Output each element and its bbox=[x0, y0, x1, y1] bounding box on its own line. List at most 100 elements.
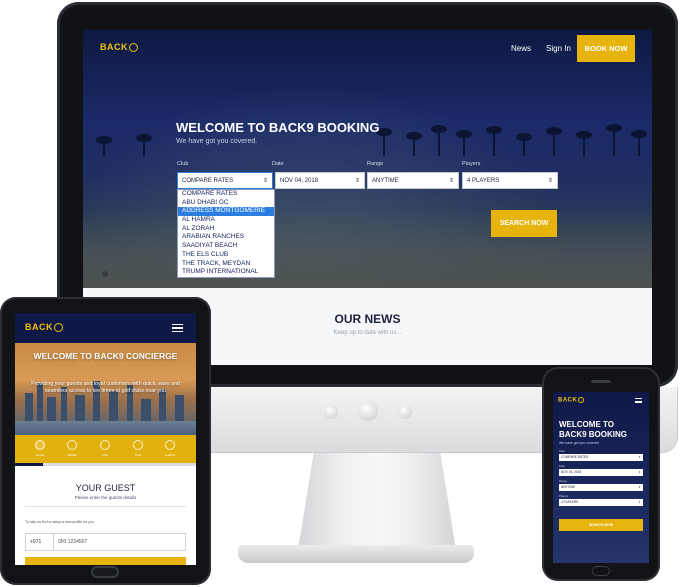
players-select[interactable]: 4 PLAYERS ⇕ bbox=[462, 172, 558, 189]
date-label: Date bbox=[559, 464, 565, 468]
desktop-navbar: BACK News Sign In BOOK NOW bbox=[83, 30, 652, 66]
club-label: Club bbox=[559, 449, 565, 453]
monitor-stand-base bbox=[238, 545, 474, 563]
water-reflection bbox=[15, 421, 196, 435]
range-label: Range bbox=[367, 161, 384, 167]
tablet-home-button[interactable] bbox=[91, 566, 119, 578]
players-select-value: 4 PLAYERS bbox=[561, 500, 579, 504]
logo-text: BACK bbox=[558, 397, 578, 404]
hero-title: WELCOME TO BACK9 BOOKING bbox=[176, 120, 380, 135]
club-select-value: COMPARE RATES bbox=[561, 455, 589, 459]
logo-ring-icon bbox=[129, 43, 138, 53]
chin-button-right bbox=[398, 405, 412, 419]
grass-foreground bbox=[83, 210, 652, 288]
club-label: Club bbox=[177, 161, 189, 167]
phone-speaker bbox=[591, 380, 611, 383]
step-3-circle[interactable] bbox=[100, 440, 110, 450]
logo-text: BACK bbox=[100, 42, 128, 52]
chin-button-left bbox=[324, 405, 338, 419]
hero-subtitle: We have got you covered. bbox=[176, 138, 258, 145]
your-guest-subtitle: Please enter the guests details bbox=[74, 495, 137, 500]
phone-players-select[interactable]: 4 PLAYERS ⇕ bbox=[559, 499, 643, 506]
players-label: Players bbox=[559, 494, 569, 498]
club-option[interactable]: THE ELS CLUB bbox=[178, 251, 274, 260]
book-now-button[interactable]: BOOK NOW bbox=[577, 35, 635, 62]
step-5-circle[interactable] bbox=[165, 440, 175, 450]
club-option[interactable]: TRUMP INTERNATIONAL bbox=[178, 268, 274, 277]
step-1-circle[interactable] bbox=[35, 440, 45, 450]
date-label: Date bbox=[272, 161, 284, 167]
phone-range-select[interactable]: ANYTIME ⇕ bbox=[559, 484, 643, 491]
select-arrows-icon: ⇕ bbox=[638, 485, 641, 489]
players-select-value: 4 PLAYERS bbox=[467, 178, 500, 184]
tablet-hero-text: Providing your guests and loyal customer… bbox=[31, 381, 180, 394]
range-select[interactable]: ANYTIME ⇕ bbox=[367, 172, 459, 189]
phone-subtitle: We have got you covered. bbox=[559, 441, 600, 445]
tablet-screen: BACK WELCOME TO BACK9 CONCIERGE Providin… bbox=[15, 313, 196, 565]
step-label: Club bbox=[101, 453, 109, 457]
date-select[interactable]: NOV 04, 2018 ⇕ bbox=[275, 172, 365, 189]
players-label: Players bbox=[462, 161, 481, 167]
search-now-button[interactable]: SEARCH NOW bbox=[491, 210, 557, 237]
club-option[interactable]: AL ZORAH bbox=[178, 225, 274, 234]
range-select-value: ANYTIME bbox=[561, 485, 576, 489]
date-select-value: NOV 04, 2018 bbox=[280, 178, 319, 184]
step-label: Details bbox=[67, 453, 77, 457]
range-select-value: ANYTIME bbox=[372, 178, 399, 184]
tablet-header: BACK bbox=[15, 313, 196, 343]
range-label: Range bbox=[559, 479, 568, 483]
club-option[interactable]: THE TRACK, MEYDAN bbox=[178, 260, 274, 269]
club-option-highlighted[interactable]: ADDRESS MONTGOMERIE bbox=[178, 207, 274, 217]
back9-logo[interactable]: BACK bbox=[100, 42, 138, 53]
logo-ring-icon bbox=[578, 397, 585, 403]
tablet-camera bbox=[102, 271, 108, 277]
phone-club-select[interactable]: COMPARE RATES ⇕ bbox=[559, 454, 643, 461]
progress-fill bbox=[15, 463, 43, 466]
help-text: To help us find or setup a new profile f… bbox=[25, 520, 94, 524]
club-option[interactable]: ABU DHABI GC bbox=[178, 199, 274, 208]
club-select-value: COMPARE RATES bbox=[182, 178, 234, 184]
hamburger-menu-icon[interactable] bbox=[172, 324, 183, 332]
select-arrows-icon: ⇕ bbox=[448, 178, 454, 184]
club-option[interactable]: AL HAMRA bbox=[178, 216, 274, 225]
club-dropdown-list: COMPARE RATES ABU DHABI GC ADDRESS MONTG… bbox=[177, 189, 275, 278]
phone-title: WELCOME TO BACK9 BOOKING bbox=[559, 420, 628, 439]
logo-ring-icon bbox=[54, 323, 63, 333]
step-label: Time bbox=[134, 453, 142, 457]
step-4-circle[interactable] bbox=[133, 440, 143, 450]
phone-home-button[interactable] bbox=[592, 566, 610, 576]
club-select[interactable]: COMPARE RATES ⇕ bbox=[177, 172, 273, 189]
your-guest-title: YOUR GUEST bbox=[75, 483, 136, 493]
club-option[interactable]: SAADIYAT BEACH bbox=[178, 242, 274, 251]
booking-steps-bar: Guest Details Club Time Confirm bbox=[15, 435, 196, 463]
select-arrows-icon: ⇕ bbox=[638, 455, 641, 459]
select-arrows-icon: ⇕ bbox=[354, 178, 360, 184]
date-select-value: NOV 04, 2018 bbox=[561, 470, 582, 474]
tablet-logo[interactable]: BACK bbox=[25, 322, 63, 333]
continue-button[interactable] bbox=[25, 557, 186, 565]
logo-text: BACK bbox=[25, 322, 53, 332]
step-2-circle[interactable] bbox=[67, 440, 77, 450]
divider bbox=[25, 506, 186, 507]
select-arrows-icon: ⇕ bbox=[638, 500, 641, 504]
nav-news-link[interactable]: News bbox=[511, 44, 531, 53]
club-option[interactable]: COMPARE RATES bbox=[178, 190, 274, 199]
phone-date-select[interactable]: NOV 04, 2018 ⇕ bbox=[559, 469, 643, 476]
hamburger-menu-icon[interactable] bbox=[635, 398, 642, 403]
chin-button-center bbox=[358, 401, 378, 421]
phone-input-group: +971 050 1234567 bbox=[25, 533, 186, 551]
country-code-select[interactable]: +971 bbox=[26, 534, 54, 550]
phone-logo[interactable]: BACK bbox=[558, 397, 585, 404]
step-label: Guest bbox=[35, 453, 44, 457]
tablet-hero-title: WELCOME TO BACK9 CONCIERGE bbox=[33, 351, 178, 361]
select-arrows-icon: ⇕ bbox=[262, 178, 268, 184]
club-option[interactable]: ARABIAN RANCHES bbox=[178, 233, 274, 242]
select-arrows-icon: ⇕ bbox=[547, 178, 553, 184]
monitor-stand bbox=[297, 453, 457, 551]
step-label: Confirm bbox=[164, 453, 176, 457]
phone-screen: BACK WELCOME TO BACK9 BOOKING We have go… bbox=[553, 392, 649, 563]
phone-number-input[interactable]: 050 1234567 bbox=[58, 534, 87, 550]
phone-search-button[interactable]: SEARCH NOW bbox=[559, 519, 643, 531]
nav-sign-in-link[interactable]: Sign In bbox=[546, 44, 571, 53]
select-arrows-icon: ⇕ bbox=[638, 470, 641, 474]
